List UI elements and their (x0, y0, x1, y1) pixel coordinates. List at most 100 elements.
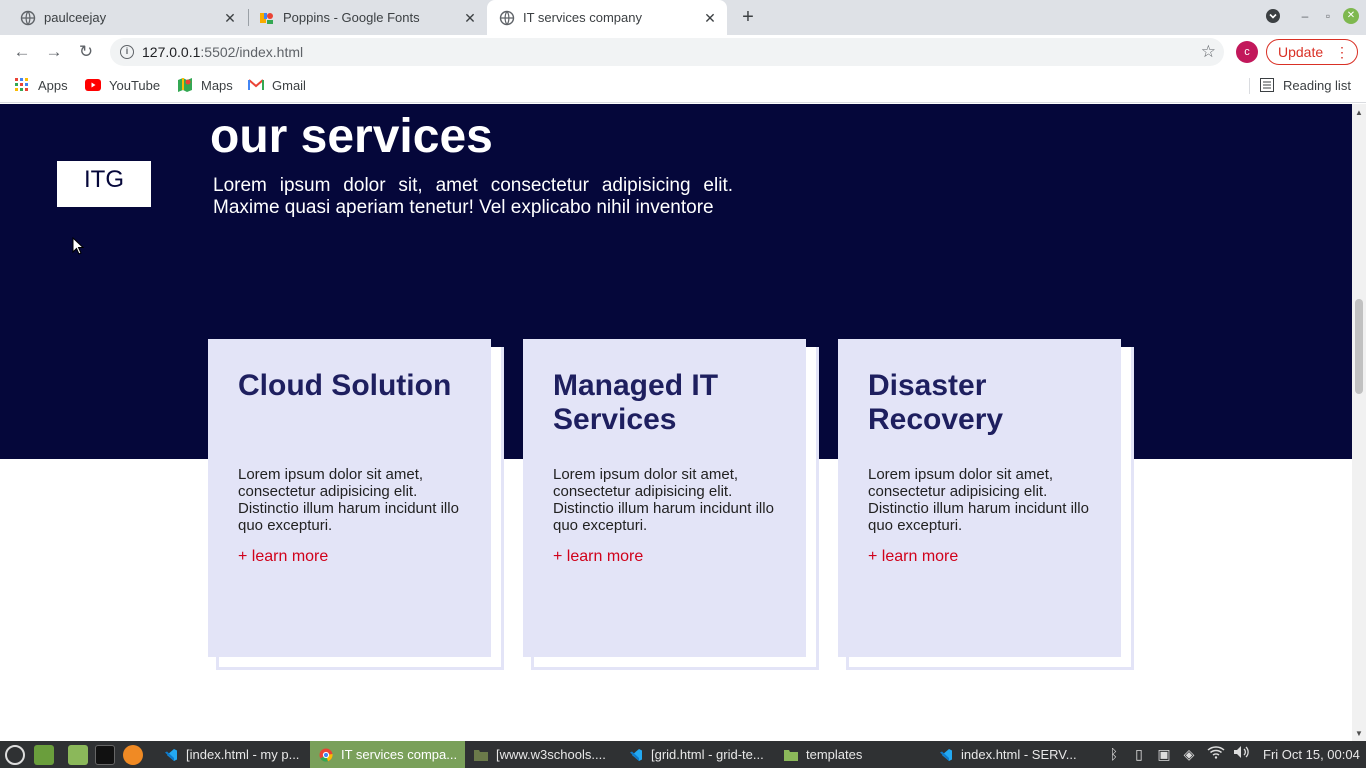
hero-description: Lorem ipsum dolor sit, amet consectetur … (213, 175, 733, 218)
tab-paulceejay[interactable]: paulceejay ✕ (0, 0, 247, 35)
os-taskbar: [index.html - my p... IT services compa.… (0, 741, 1366, 768)
service-card: Disaster Recovery Lorem ipsum dolor sit … (838, 339, 1121, 657)
tab-it-services-company[interactable]: IT services company ✕ (487, 0, 727, 35)
page-title: our services (210, 110, 493, 163)
profile-avatar[interactable]: c (1236, 41, 1258, 63)
bookmarks-divider (1249, 78, 1250, 94)
bookmark-label: Gmail (272, 77, 306, 93)
firefox-icon[interactable] (123, 745, 143, 765)
learn-more-link[interactable]: + learn more (238, 548, 328, 566)
tab-poppins-google-fonts[interactable]: Poppins - Google Fonts ✕ (249, 0, 487, 35)
youtube-icon (85, 77, 101, 93)
scrollbar-thumb[interactable] (1355, 299, 1363, 394)
taskbar-item-vscode-grid[interactable]: [grid.html - grid-te... (620, 741, 775, 768)
card-title: Cloud Solution (238, 369, 452, 402)
tab-title: Poppins - Google Fonts (283, 10, 420, 25)
taskbar-item-label: [index.html - my p... (186, 747, 300, 762)
vscode-icon (938, 747, 954, 763)
globe-icon (499, 10, 515, 26)
bookmark-gmail[interactable]: Gmail (248, 77, 306, 93)
wifi-icon[interactable] (1207, 745, 1225, 763)
minimize-button[interactable]: – (1297, 8, 1313, 24)
browser-tab-strip: paulceejay ✕ Poppins - Google Fonts ✕ IT… (0, 0, 1366, 35)
card-title: Disaster Recovery (868, 369, 1004, 436)
tab-close-icon[interactable]: ✕ (701, 9, 719, 27)
tab-title: paulceejay (44, 10, 107, 25)
start-menu-icon[interactable] (5, 745, 25, 765)
back-button[interactable]: ← (10, 40, 34, 64)
url-text: 127.0.0.1:5502/index.html (142, 44, 303, 60)
system-clock[interactable]: Fri Oct 15, 00:04 (1263, 747, 1360, 762)
reading-list-icon (1259, 77, 1275, 93)
bookmark-label: Apps (38, 77, 68, 93)
bookmarks-bar: Apps YouTube Maps Gmail Reading list (0, 69, 1366, 103)
taskbar-item-vscode-serv[interactable]: index.html - SERV... (930, 741, 1085, 768)
taskbar-item-vscode-my[interactable]: [index.html - my p... (155, 741, 310, 768)
show-desktop-icon[interactable] (34, 745, 54, 765)
service-card-managed-it: Managed IT Services Lorem ipsum dolor si… (523, 339, 819, 670)
card-description: Lorem ipsum dolor sit amet, consectetur … (868, 466, 1089, 534)
taskbar-item-chrome[interactable]: IT services compa... (310, 741, 465, 768)
updates-icon[interactable]: ▣ (1155, 745, 1173, 763)
clipboard-icon[interactable]: ▯ (1130, 745, 1148, 763)
browser-toolbar: ← → ↻ i 127.0.0.1:5502/index.html ☆ c Up… (0, 35, 1366, 69)
chrome-icon (318, 747, 334, 763)
site-info-icon[interactable]: i (120, 45, 134, 59)
taskbar-item-label: index.html - SERV... (961, 747, 1077, 762)
service-card-disaster-recovery: Disaster Recovery Lorem ipsum dolor sit … (838, 339, 1134, 670)
reload-button[interactable]: ↻ (74, 40, 98, 64)
learn-more-link[interactable]: + learn more (868, 548, 958, 566)
menu-dots-icon: ⋮ (1335, 44, 1349, 60)
tab-search-icon[interactable] (1265, 8, 1281, 24)
bookmark-apps[interactable]: Apps (14, 77, 68, 93)
taskbar-item-label: IT services compa... (341, 747, 458, 762)
folder-icon (473, 747, 489, 763)
bluetooth-icon[interactable]: ᛒ (1105, 745, 1123, 763)
tab-close-icon[interactable]: ✕ (461, 9, 479, 27)
volume-icon[interactable] (1233, 745, 1251, 763)
gmail-icon (248, 77, 264, 93)
bookmark-star-icon[interactable]: ☆ (1201, 42, 1216, 62)
card-title: Managed IT Services (553, 369, 719, 436)
page-viewport: ITG our services Lorem ipsum dolor sit, … (0, 104, 1366, 741)
reading-list-button[interactable]: Reading list (1259, 77, 1351, 93)
maximize-button[interactable]: ▫ (1320, 8, 1336, 24)
taskbar-item-templates[interactable]: templates (775, 741, 930, 768)
service-card: Cloud Solution Lorem ipsum dolor sit ame… (208, 339, 491, 657)
files-icon[interactable] (68, 745, 88, 765)
tab-close-icon[interactable]: ✕ (221, 9, 239, 27)
card-description: Lorem ipsum dolor sit amet, consectetur … (238, 466, 459, 534)
bookmark-youtube[interactable]: YouTube (85, 77, 160, 93)
bookmark-label: YouTube (109, 77, 161, 93)
url-host: 127.0.0.1 (142, 44, 201, 60)
google-fonts-icon (259, 10, 275, 26)
shield-icon[interactable]: ◈ (1180, 745, 1198, 763)
card-description: Lorem ipsum dolor sit amet, consectetur … (553, 466, 774, 534)
tab-title: IT services company (523, 10, 642, 25)
taskbar-item-label: [grid.html - grid-te... (651, 747, 764, 762)
apps-grid-icon (14, 77, 30, 93)
vscode-icon (628, 747, 644, 763)
learn-more-link[interactable]: + learn more (553, 548, 643, 566)
site-logo[interactable]: ITG (57, 161, 151, 207)
update-button[interactable]: Update ⋮ (1266, 39, 1358, 65)
service-card: Managed IT Services Lorem ipsum dolor si… (523, 339, 806, 657)
taskbar-item-label: templates (806, 747, 863, 762)
folder-icon (783, 747, 799, 763)
scroll-up-arrow-icon[interactable]: ▲ (1355, 108, 1363, 117)
url-path: :5502/index.html (200, 44, 304, 60)
taskbar-item-w3schools[interactable]: [www.w3schools.... (465, 741, 620, 768)
page-scrollbar[interactable]: ▲ ▼ (1352, 104, 1366, 741)
terminal-icon[interactable] (95, 745, 115, 765)
close-window-button[interactable]: ✕ (1343, 8, 1359, 24)
address-bar[interactable]: i 127.0.0.1:5502/index.html ☆ (110, 38, 1224, 66)
mouse-cursor-icon (72, 237, 84, 255)
vscode-icon (163, 747, 179, 763)
forward-button[interactable]: → (42, 40, 66, 64)
bookmark-maps[interactable]: Maps (177, 77, 233, 93)
maps-icon (177, 77, 193, 93)
new-tab-button[interactable]: + (736, 6, 760, 30)
globe-icon (20, 10, 36, 26)
service-card-cloud-solution: Cloud Solution Lorem ipsum dolor sit ame… (208, 339, 504, 670)
scroll-down-arrow-icon[interactable]: ▼ (1355, 729, 1363, 738)
